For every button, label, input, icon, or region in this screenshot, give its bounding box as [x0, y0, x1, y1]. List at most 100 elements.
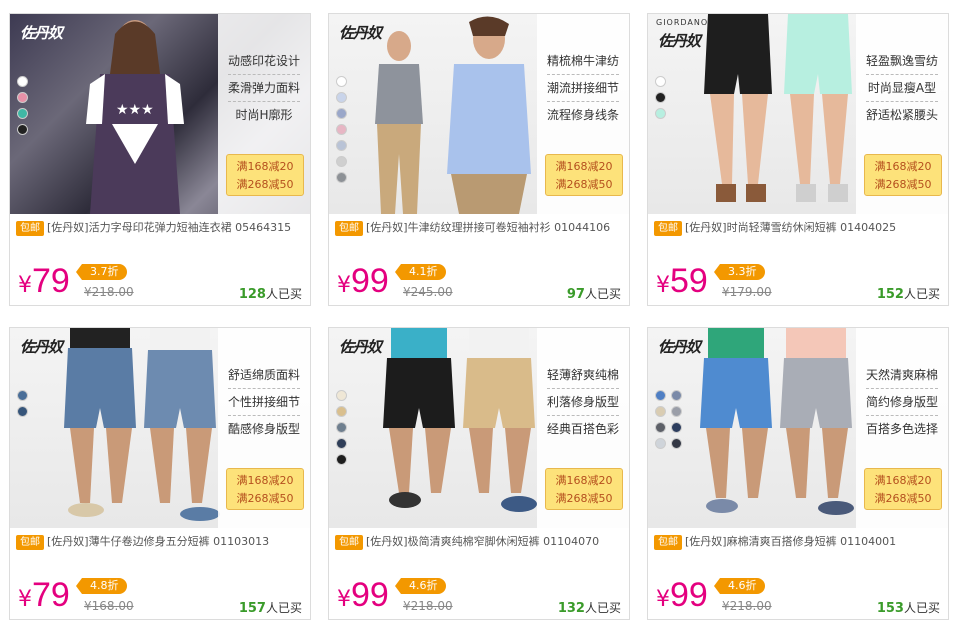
- price-value: 99: [351, 262, 389, 300]
- feature-label: 舒适松紧腰头: [865, 108, 938, 122]
- sold-suffix: 人已买: [903, 601, 940, 615]
- product-title[interactable]: 包邮 [佐丹奴]时尚轻薄雪纺休闲短裤 01404025: [654, 220, 944, 236]
- product-title-text[interactable]: [佐丹奴]活力字母印花弹力短袖连衣裙 05464315: [47, 221, 291, 234]
- feature-label: 简约修身版型: [865, 395, 938, 409]
- feature-label: 经典百搭色彩: [546, 422, 619, 436]
- color-swatch[interactable]: [17, 390, 28, 401]
- product-image[interactable]: 佐丹奴 天然清爽麻棉 简约修身版型 百搭多色选择 满168减20 满268减50: [648, 328, 948, 528]
- feature-label: 个性拼接细节: [227, 395, 300, 409]
- promo-badge: 满168减20 满268减50: [545, 468, 623, 510]
- sold-number: 97: [566, 287, 585, 302]
- color-swatch[interactable]: [336, 438, 347, 449]
- product-title-text[interactable]: [佐丹奴]极简清爽纯棉窄脚休闲短裤 01104070: [366, 535, 599, 548]
- currency-symbol: ¥: [18, 587, 32, 612]
- feature-label: 舒适绵质面料: [227, 368, 300, 382]
- product-title[interactable]: 包邮 [佐丹奴]牛津纺纹理拼接可卷短袖衬衫 01044106: [335, 220, 625, 236]
- free-shipping-tag: 包邮: [654, 221, 682, 236]
- feature-panel: 轻薄舒爽纯棉 利落修身版型 经典百搭色彩 满168减20 满268减50: [537, 328, 629, 528]
- color-swatch[interactable]: [336, 454, 347, 465]
- product-title[interactable]: 包邮 [佐丹奴]麻棉清爽百搭修身短裤 01104001: [654, 534, 944, 550]
- original-price: ¥218.00: [84, 285, 134, 299]
- promo-line: 满268减50: [874, 492, 932, 505]
- color-swatch[interactable]: [655, 390, 666, 401]
- model-figure: [383, 328, 537, 512]
- product-title[interactable]: 包邮 [佐丹奴]薄牛仔卷边修身五分短裤 01103013: [16, 534, 306, 550]
- product-image[interactable]: GIORDANO 佐丹奴 轻盈飘逸雪纺 时尚显瘦A型 舒适松紧腰头 满168减2…: [648, 14, 948, 214]
- feature-label: 精梳棉牛津纺: [546, 54, 619, 68]
- product-image[interactable]: ★★★ 佐丹奴 动感印花设计 柔滑弹力面料 时尚H廓形 满168减20 满268…: [10, 14, 310, 214]
- brand-logo: 佐丹奴: [20, 24, 63, 42]
- sold-number: 152: [876, 287, 904, 302]
- color-swatch[interactable]: [336, 140, 347, 151]
- discount-badge: 3.7折: [76, 264, 127, 280]
- sold-count: 153人已买: [877, 599, 940, 616]
- model-figure: [375, 16, 531, 214]
- color-swatch[interactable]: [17, 76, 28, 87]
- model-figure: [704, 14, 852, 202]
- color-swatch[interactable]: [655, 76, 666, 87]
- color-swatch[interactable]: [655, 438, 666, 449]
- color-swatch[interactable]: [17, 406, 28, 417]
- product-title-text[interactable]: [佐丹奴]麻棉清爽百搭修身短裤 01104001: [685, 535, 896, 548]
- product-card[interactable]: 佐丹奴 轻薄舒爽纯棉 利落修身版型 经典百搭色彩 满168减20 满268减50…: [328, 327, 630, 620]
- color-swatch[interactable]: [336, 124, 347, 135]
- product-card[interactable]: 佐丹奴 舒适绵质面料 个性拼接细节 酷感修身版型 满168减20 满268减50…: [9, 327, 311, 620]
- product-image[interactable]: 佐丹奴 轻薄舒爽纯棉 利落修身版型 经典百搭色彩 满168减20 满268减50: [329, 328, 629, 528]
- currency-symbol: ¥: [337, 587, 351, 612]
- feature-label: 潮流拼接细节: [546, 81, 619, 95]
- color-swatch[interactable]: [336, 390, 347, 401]
- sold-suffix: 人已买: [584, 601, 621, 615]
- sold-number: 132: [557, 601, 585, 616]
- product-card[interactable]: GIORDANO 佐丹奴 轻盈飘逸雪纺 时尚显瘦A型 舒适松紧腰头 满168减2…: [647, 13, 949, 306]
- color-swatch[interactable]: [671, 390, 682, 401]
- feature-panel: 精梳棉牛津纺 潮流拼接细节 流程修身线条 满168减20 满268减50: [537, 14, 629, 214]
- color-swatch[interactable]: [17, 124, 28, 135]
- color-swatch[interactable]: [336, 172, 347, 183]
- sold-suffix: 人已买: [265, 287, 302, 301]
- color-swatch[interactable]: [655, 92, 666, 103]
- product-title-text[interactable]: [佐丹奴]时尚轻薄雪纺休闲短裤 01404025: [685, 221, 896, 234]
- currency-symbol: ¥: [656, 587, 670, 612]
- feature-label: 酷感修身版型: [227, 422, 300, 436]
- discount-badge: 4.6折: [714, 578, 765, 594]
- color-swatch[interactable]: [655, 422, 666, 433]
- color-swatch[interactable]: [671, 422, 682, 433]
- svg-text:★★★: ★★★: [116, 101, 154, 117]
- product-card[interactable]: ★★★ 佐丹奴 动感印花设计 柔滑弹力面料 时尚H廓形 满168减20 满268…: [9, 13, 311, 306]
- discount-badge: 4.6折: [395, 578, 446, 594]
- feature-label: 动感印花设计: [227, 54, 300, 68]
- sold-count: 97人已买: [567, 285, 621, 302]
- product-image[interactable]: 佐丹奴 精梳棉牛津纺 潮流拼接细节 流程修身线条 满168减20 满268减50: [329, 14, 629, 214]
- color-swatch[interactable]: [336, 92, 347, 103]
- color-swatch[interactable]: [655, 108, 666, 119]
- free-shipping-tag: 包邮: [335, 535, 363, 550]
- product-card[interactable]: 佐丹奴 精梳棉牛津纺 潮流拼接细节 流程修身线条 满168减20 满268减50…: [328, 13, 630, 306]
- product-title-text[interactable]: [佐丹奴]牛津纺纹理拼接可卷短袖衬衫 01044106: [366, 221, 610, 234]
- price-value: 59: [670, 262, 708, 300]
- sold-count: 152人已买: [877, 285, 940, 302]
- sold-suffix: 人已买: [584, 287, 621, 301]
- color-swatch[interactable]: [336, 156, 347, 167]
- product-card[interactable]: 佐丹奴 天然清爽麻棉 简约修身版型 百搭多色选择 满168减20 满268减50…: [647, 327, 949, 620]
- product-image[interactable]: 佐丹奴 舒适绵质面料 个性拼接细节 酷感修身版型 满168减20 满268减50: [10, 328, 310, 528]
- product-title[interactable]: 包邮 [佐丹奴]活力字母印花弹力短袖连衣裙 05464315: [16, 220, 306, 236]
- price: ¥79: [18, 262, 70, 301]
- color-swatch[interactable]: [336, 422, 347, 433]
- color-swatch[interactable]: [336, 108, 347, 119]
- product-title-text[interactable]: [佐丹奴]薄牛仔卷边修身五分短裤 01103013: [47, 535, 269, 548]
- currency-symbol: ¥: [18, 273, 32, 298]
- promo-badge: 满168减20 满268减50: [864, 154, 942, 196]
- price: ¥59: [656, 262, 708, 301]
- discount-badge: 3.3折: [714, 264, 765, 280]
- color-swatch[interactable]: [336, 76, 347, 87]
- color-swatch[interactable]: [671, 438, 682, 449]
- price-value: 79: [32, 262, 70, 300]
- color-swatch[interactable]: [655, 406, 666, 417]
- promo-line: 满268减50: [555, 492, 613, 505]
- color-swatch[interactable]: [17, 108, 28, 119]
- color-swatch[interactable]: [671, 406, 682, 417]
- feature-label: 轻盈飘逸雪纺: [865, 54, 938, 68]
- color-swatch[interactable]: [17, 92, 28, 103]
- product-title[interactable]: 包邮 [佐丹奴]极简清爽纯棉窄脚休闲短裤 01104070: [335, 534, 625, 550]
- color-swatch[interactable]: [336, 406, 347, 417]
